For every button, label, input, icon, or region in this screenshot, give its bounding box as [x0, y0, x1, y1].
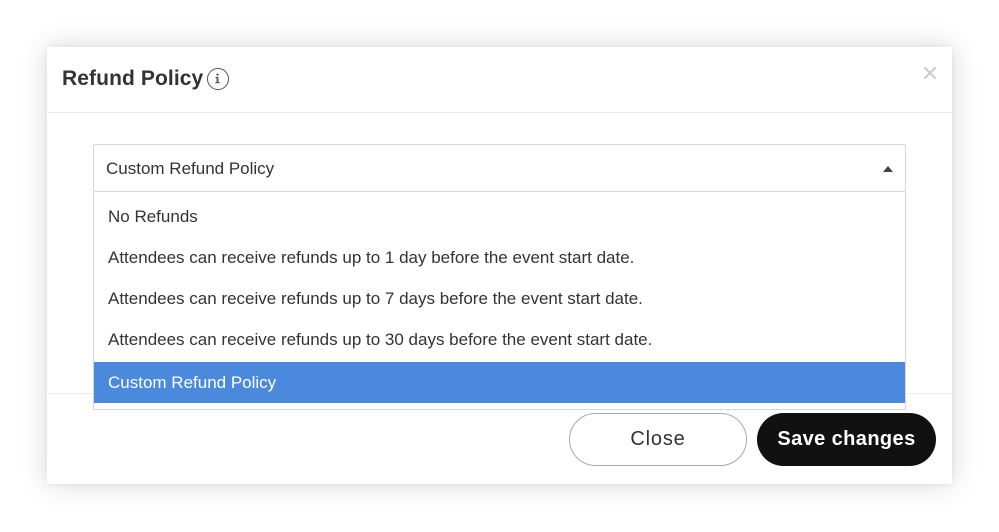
info-icon[interactable]: [207, 68, 229, 90]
modal-title: Refund Policy: [62, 67, 204, 90]
refund-policy-modal: Refund Policy Custom Refund Policy No Re…: [47, 47, 952, 484]
option-1-day[interactable]: Attendees can receive refunds up to 1 da…: [94, 237, 905, 278]
modal-header: Refund Policy: [47, 47, 952, 113]
option-custom-refund-policy[interactable]: Custom Refund Policy: [94, 362, 905, 403]
page: Refund Policy Custom Refund Policy No Re…: [0, 0, 999, 532]
select-value: Custom Refund Policy: [106, 159, 275, 178]
option-30-days[interactable]: Attendees can receive refunds up to 30 d…: [94, 319, 905, 360]
save-changes-button[interactable]: Save changes: [757, 413, 936, 466]
option-7-days[interactable]: Attendees can receive refunds up to 7 da…: [94, 278, 905, 319]
option-no-refunds[interactable]: No Refunds: [94, 196, 905, 237]
close-icon[interactable]: [920, 63, 940, 83]
refund-policy-dropdown: No Refunds Attendees can receive refunds…: [93, 192, 906, 410]
close-button[interactable]: Close: [569, 413, 747, 466]
refund-policy-select[interactable]: Custom Refund Policy: [93, 144, 906, 192]
caret-up-icon: [883, 166, 893, 172]
